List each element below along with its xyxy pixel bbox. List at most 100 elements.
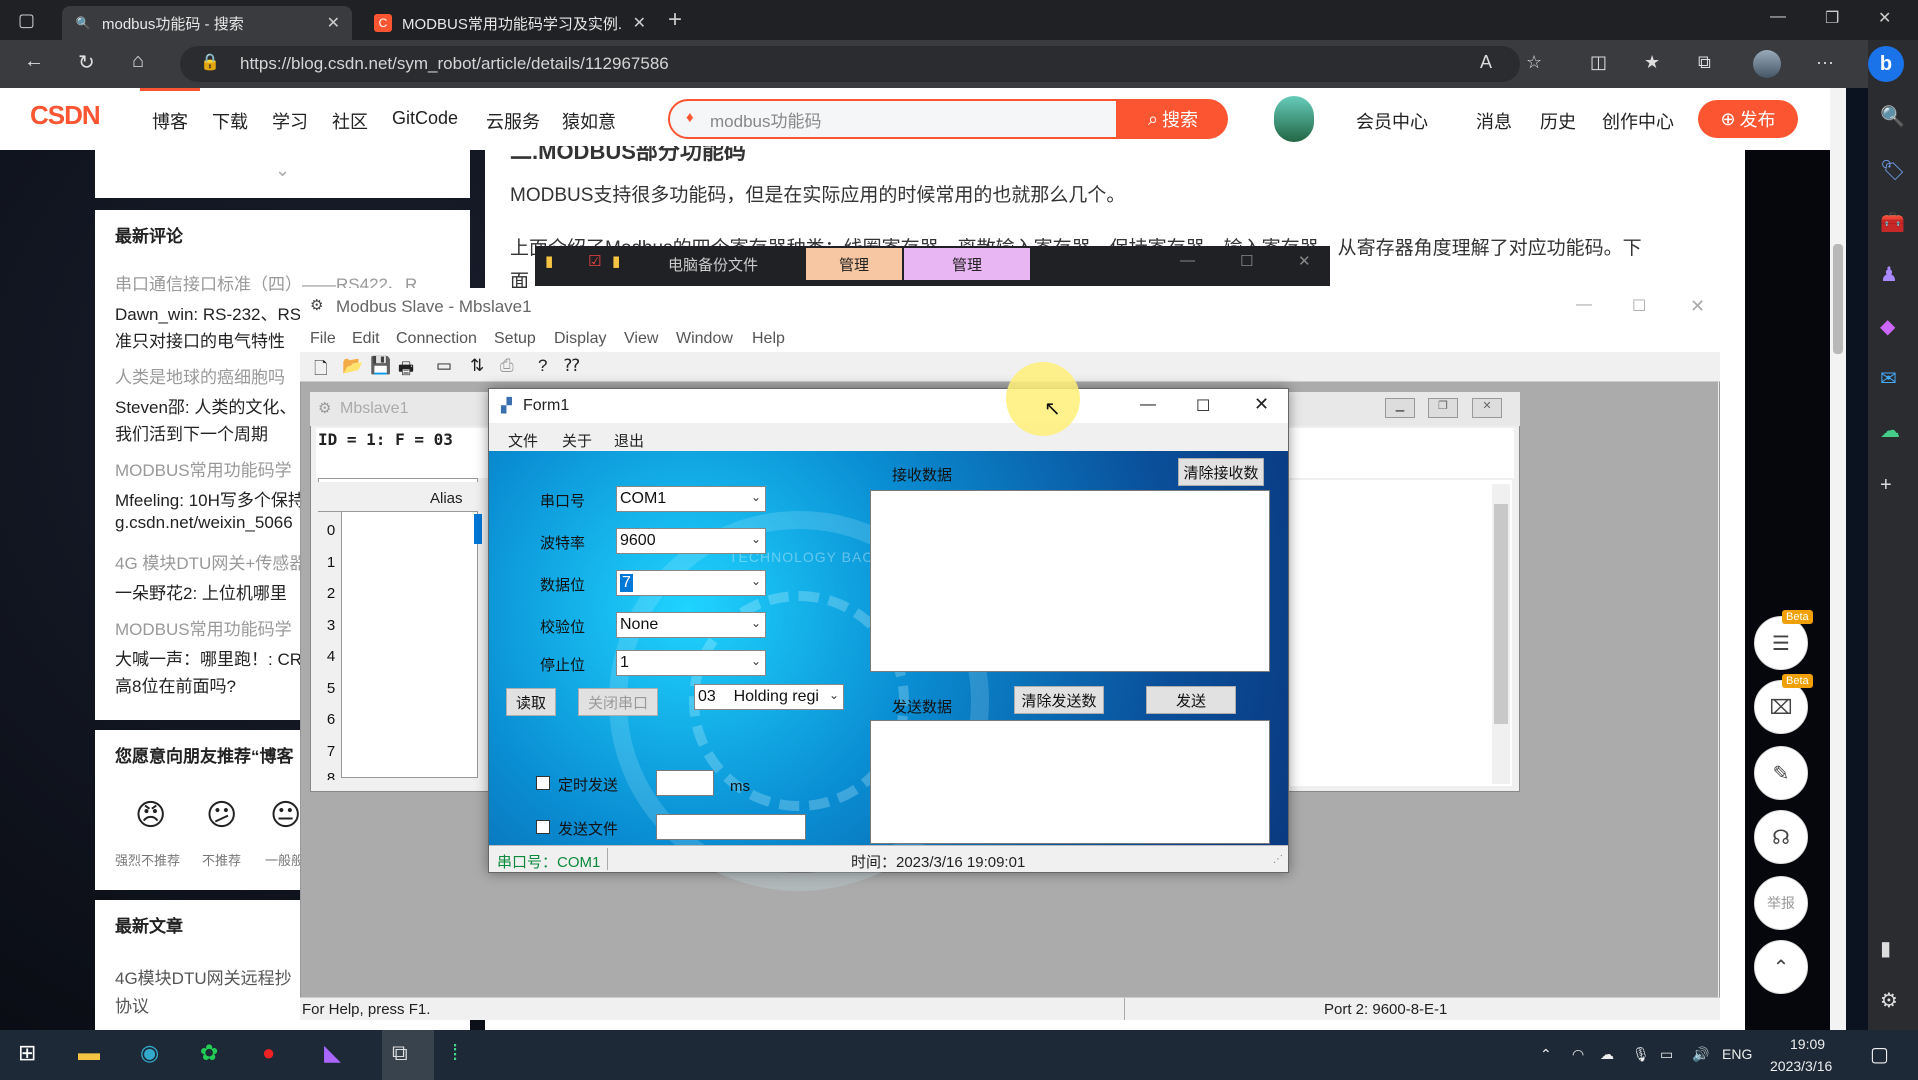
comment-article[interactable]: 人类是地球的癌细胞吗 [115,363,285,388]
settings-gear-icon[interactable]: ⚙ [1880,988,1898,1013]
close-icon[interactable]: ✕ [1298,252,1311,270]
comment-text[interactable]: 准只对接口的电气特性 [115,327,285,352]
visual-studio-icon[interactable]: ◣ [324,1040,341,1066]
refresh-icon[interactable]: ↻ [78,50,95,75]
comment-article[interactable]: MODBUS常用功能码学 [115,615,292,640]
manage-tab[interactable]: 管理 [806,248,902,280]
minimize-icon[interactable]: — [1140,396,1156,414]
nav-download[interactable]: 下载 [212,108,248,134]
user-avatar[interactable] [1274,96,1314,142]
grid-scroll-thumb[interactable] [1494,504,1508,724]
comment-text[interactable]: 一朵野花2: 上位机哪里 [115,579,287,604]
list-tool-button[interactable]: ☰ [1754,616,1808,670]
child-close-icon[interactable]: ✕ [1472,398,1502,418]
comment-text[interactable]: 我们活到下一个周期 [115,420,268,445]
minimize-icon[interactable]: — [1770,8,1786,26]
maximize-icon[interactable]: ❐ [1825,8,1839,28]
save-icon[interactable]: 💾 [370,356,391,376]
checkbox-icon[interactable]: ☑ [588,252,601,270]
maximize-icon[interactable]: ☐ [1196,396,1210,416]
comment-article[interactable]: MODBUS常用功能码学 [115,456,292,481]
window-icon[interactable]: ▭ [436,356,452,376]
latest-article-link[interactable]: 4G模块DTU网关远程抄 [115,964,292,989]
favorite-add-icon[interactable]: ☆ [1526,52,1542,73]
modbus-app-icon[interactable]: ⧉ [392,1040,408,1066]
new-file-icon[interactable]: 🗋 [314,356,328,385]
maximize-icon[interactable]: ☐ [1240,252,1253,270]
page-scrollbar[interactable] [1830,88,1846,1030]
menu-window[interactable]: Window [676,330,733,348]
send-textarea[interactable] [870,720,1270,844]
nav-messages[interactable]: 消息 [1476,108,1512,134]
favorites-icon[interactable]: ★ [1644,52,1660,73]
sidebar-toggle-icon[interactable]: ▮ [1880,936,1891,961]
menu-file[interactable]: 文件 [508,430,538,451]
close-icon[interactable]: ✕ [1690,296,1705,317]
menu-setup[interactable]: Setup [494,330,536,348]
tools-icon[interactable]: 🧰 [1880,210,1905,235]
nav-community[interactable]: 社区 [332,108,368,134]
network-icon[interactable]: ◠ [1572,1046,1584,1063]
latest-article-link[interactable]: 协议 [115,992,149,1017]
comment-text[interactable]: 高8位在前面吗? [115,672,236,697]
tray-chevron-icon[interactable]: ⌃ [1540,1046,1552,1063]
nav-cloud[interactable]: 云服务 [486,108,540,134]
file-explorer-icon[interactable]: ▬ [78,1040,100,1066]
close-window-icon[interactable]: ✕ [1878,8,1891,28]
disconnect-icon[interactable]: ⎙ [500,356,514,376]
connect-icon[interactable]: ⇅ [470,356,484,376]
publish-button[interactable]: ⊕ 发布 [1698,100,1798,138]
edge-browser-icon[interactable]: ◉ [140,1040,159,1066]
nav-member-center[interactable]: 会员中心 [1356,108,1428,134]
menu-edit[interactable]: Edit [352,330,380,348]
read-button[interactable]: 读取 [506,688,556,716]
comment-text[interactable]: Dawn_win: RS-232、RS [115,300,301,325]
neutral-face-icon[interactable]: 😐 [270,798,301,833]
scroll-thumb[interactable] [1833,244,1843,354]
games-icon[interactable]: ♟ [1880,262,1898,287]
tab-article[interactable]: C MODBUS常用功能码学习及实例... ✕ [362,6,658,40]
bing-icon[interactable]: b [1868,46,1904,82]
parity-select[interactable]: None ⌄ [616,612,766,638]
chevron-down-icon[interactable]: ⌄ [275,160,290,181]
support-button[interactable]: ☊ [1754,810,1808,864]
print-icon[interactable]: 🖶 [398,356,414,385]
csdn-logo[interactable]: CSDN [30,100,101,131]
timed-send-checkbox[interactable] [536,776,550,790]
record-icon[interactable]: ● [262,1040,275,1066]
volume-icon[interactable]: 🔊 [1692,1046,1709,1063]
microphone-icon[interactable]: 🎙 [1632,1046,1650,1063]
child-restore-icon[interactable]: ❐ [1428,398,1458,418]
file-path-input[interactable] [656,814,806,840]
close-icon[interactable]: ✕ [633,13,646,33]
scan-tool-button[interactable]: ⌧ [1754,680,1808,734]
drop-icon[interactable]: ☁ [1880,418,1900,443]
clear-recv-button[interactable]: 清除接收数 [1178,458,1264,486]
notification-icon[interactable]: ▢ [1870,1042,1889,1067]
back-to-top-button[interactable]: ⌃ [1754,940,1808,994]
tab-search[interactable]: 🔍 modbus功能码 - 搜索 ✕ [62,6,352,40]
outlook-icon[interactable]: ✉ [1880,366,1897,391]
search-button[interactable]: ⌕ 搜索 [1118,99,1228,139]
collections-icon[interactable]: ⧉ [1698,52,1711,73]
tab-actions-icon[interactable]: ▢ [18,10,35,31]
menu-view[interactable]: View [624,330,658,348]
minimize-icon[interactable]: — [1180,252,1195,269]
comment-text[interactable]: g.csdn.net/weixin_5066 [115,513,293,533]
nav-blog[interactable]: 博客 [152,108,188,134]
close-icon[interactable]: ✕ [1254,394,1269,415]
port-select[interactable]: COM1 ⌄ [616,486,766,512]
windows-start-icon[interactable]: ⊞ [18,1040,36,1066]
open-folder-icon[interactable]: 📂 [342,356,363,376]
stopbits-select[interactable]: 1 ⌄ [616,650,766,676]
baud-select[interactable]: 9600 ⌄ [616,528,766,554]
child-minimize-icon[interactable]: ▁ [1385,398,1415,418]
wechat-icon[interactable]: ✿ [200,1040,218,1066]
comment-article[interactable]: 4G 模块DTU网关+传感器 [115,549,306,574]
angry-face-icon[interactable]: 😠 [135,798,166,833]
url-field[interactable]: 🔒 https://blog.csdn.net/sym_robot/articl… [180,46,1520,82]
menu-file[interactable]: File [310,330,336,348]
add-icon[interactable]: + [1880,474,1892,497]
back-icon[interactable]: ← [24,50,44,73]
shopping-tag-icon[interactable]: 🏷 [1880,158,1905,183]
